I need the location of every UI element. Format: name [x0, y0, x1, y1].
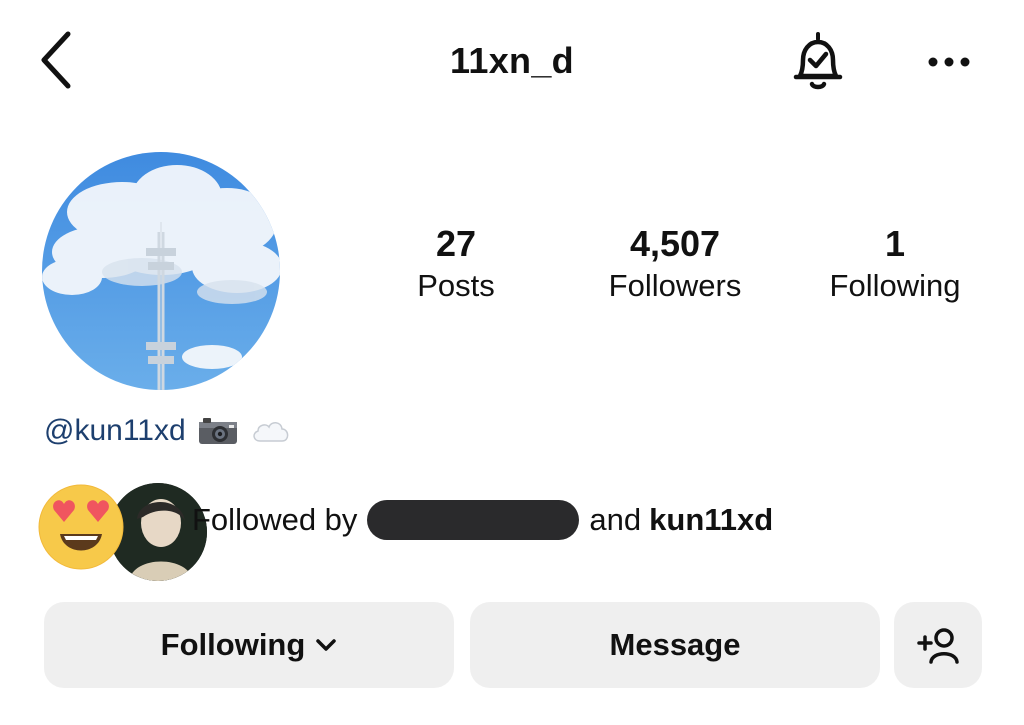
followed-by-prefix: Followed by [192, 502, 358, 537]
message-button-label: Message [609, 627, 741, 662]
followed-by-connector: and [589, 502, 642, 537]
profile-username-title: 11xn_d [450, 40, 574, 81]
cloud-emoji [250, 417, 292, 445]
following-button-label: Following [160, 627, 306, 662]
posts-label: Posts [417, 268, 495, 303]
bio-mention-link[interactable]: @kun11xd [44, 414, 186, 448]
cloud-sky-tower-avatar [42, 152, 280, 390]
notifications-button[interactable] [782, 26, 854, 98]
more-horizontal-icon [928, 57, 970, 67]
followed-by-text: Followed by and kun11xd [192, 500, 773, 540]
add-user-button[interactable] [894, 602, 982, 688]
posts-count: 27 [435, 223, 477, 264]
posts-stat[interactable]: 27 Posts [386, 222, 526, 306]
profile-avatar[interactable] [42, 152, 280, 390]
followers-count: 4,507 [629, 223, 721, 264]
followed-by-username[interactable]: kun11xd [649, 502, 773, 538]
chevron-down-icon [315, 638, 337, 652]
following-label: Following [829, 268, 961, 303]
bio: @kun11xd [44, 414, 292, 448]
add-user-icon [917, 628, 959, 664]
followers-label: Followers [608, 268, 742, 303]
following-stat[interactable]: 1 Following [806, 222, 984, 306]
heart-eyes-emoji-avatar [36, 480, 126, 570]
followed-by-row[interactable]: Followed by and kun11xd [36, 478, 936, 584]
more-options-button[interactable] [914, 40, 984, 84]
message-button[interactable]: Message [470, 602, 880, 688]
redacted-username [367, 500, 580, 540]
following-count: 1 [884, 223, 906, 264]
camera-emoji [198, 416, 238, 446]
bell-check-icon [793, 32, 843, 90]
following-button[interactable]: Following [44, 602, 454, 688]
followers-stat[interactable]: 4,507 Followers [582, 222, 768, 306]
